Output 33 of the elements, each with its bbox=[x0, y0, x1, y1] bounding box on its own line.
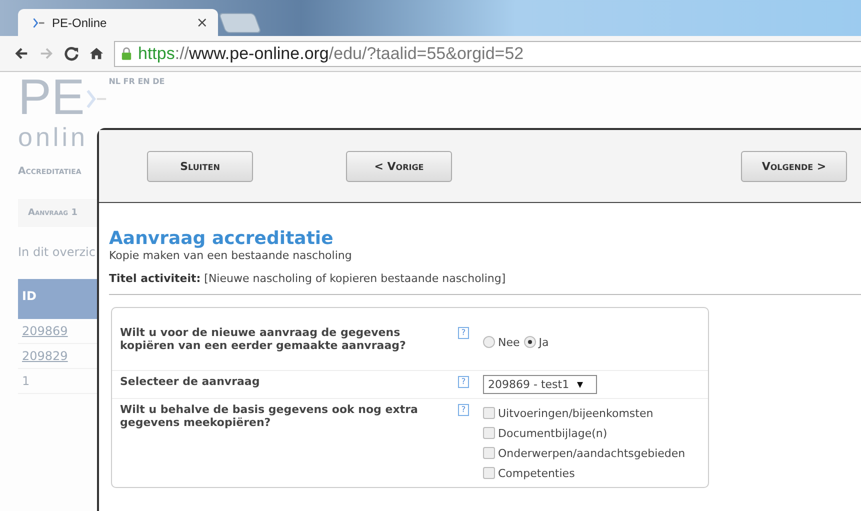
dialog-subtitle: Kopie maken van een bestaande nascholing bbox=[109, 249, 353, 262]
dialog-title: Aanvraag accreditatie bbox=[109, 229, 334, 249]
checkbox-option[interactable]: Documentbijlage(n) bbox=[483, 423, 686, 443]
close-icon[interactable]: × bbox=[196, 14, 208, 30]
caret-icon bbox=[577, 382, 584, 388]
checkbox-option[interactable]: Competenties bbox=[483, 463, 686, 483]
radio-option[interactable]: Ja bbox=[524, 332, 549, 352]
help-icon[interactable]: ? bbox=[458, 376, 469, 388]
reload-icon[interactable] bbox=[64, 46, 79, 61]
logo-text: onlin bbox=[18, 122, 88, 152]
checkbox-option[interactable]: Onderwerpen/aandachtsgebieden bbox=[483, 443, 686, 463]
page-heading: Accreditatiea bbox=[18, 166, 82, 177]
field-label: Selecteer de aanvraag bbox=[120, 375, 261, 390]
dialog-button[interactable]: < Vorige bbox=[346, 150, 452, 182]
radio-option[interactable]: Nee bbox=[483, 332, 520, 352]
lock-icon bbox=[121, 47, 132, 60]
activity-title: Titel activiteit: [Nieuwe nascholing of kopieren bestaande nascholing] bbox=[109, 272, 507, 285]
back-icon[interactable] bbox=[14, 46, 29, 61]
select-field[interactable]: 209869 - test1 bbox=[483, 375, 597, 394]
dialog-button[interactable]: Sluiten bbox=[147, 150, 253, 182]
dialog-button[interactable]: Volgende > bbox=[741, 150, 847, 182]
field-label: Wilt u behalve de basis gegevens ook nog extra gegevens meekopiëren? bbox=[120, 403, 419, 431]
intro-text: In dit overzic bbox=[18, 245, 96, 259]
address-bar[interactable]: https://www.pe-online.org/edu/?taalid=55&orgid=52 bbox=[114, 40, 861, 66]
checkbox-option[interactable]: Uitvoeringen/bijeenkomsten bbox=[483, 403, 686, 423]
help-icon[interactable]: ? bbox=[458, 327, 469, 339]
home-icon[interactable] bbox=[89, 46, 104, 61]
logo-text: PE bbox=[18, 72, 85, 122]
browser-tab[interactable]: PE-Online × bbox=[18, 9, 218, 36]
tab-title: PE-Online bbox=[52, 16, 108, 30]
url-text: https://www.pe-online.org/edu/?taalid=55&orgid=52 bbox=[138, 44, 524, 64]
field-label: Wilt u voor de nieuwe aanvraag de gegevens kopiëren van een eerder gemaakte aanvraag? bbox=[120, 326, 407, 352]
help-icon[interactable]: ? bbox=[458, 404, 469, 416]
